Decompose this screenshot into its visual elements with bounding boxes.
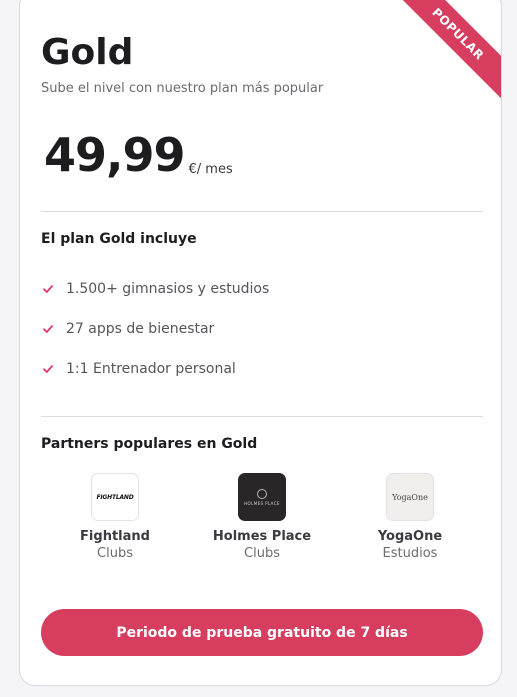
yogaone-logo-text: YogaOne (392, 492, 428, 502)
partner-name: YogaOne (377, 529, 443, 544)
price-amount: 49,99 (44, 128, 186, 182)
divider (41, 211, 483, 212)
partner-type: Estudios (382, 546, 438, 561)
pricing-card: POPULAR Gold Sube el nivel con nuestro p… (19, 0, 502, 686)
partner-fightland[interactable]: FIGHTLAND Fightland Clubs (50, 473, 180, 562)
check-icon (43, 285, 53, 293)
divider (41, 416, 483, 417)
popular-ribbon: POPULAR (387, 0, 501, 105)
plan-subtitle: Sube el nivel con nuestro plan más popul… (41, 81, 324, 96)
fightland-logo: FIGHTLAND (91, 473, 139, 521)
partner-list: FIGHTLAND Fightland Clubs HOLMES PLACE H… (41, 473, 483, 573)
feature-text: 27 apps de bienestar (66, 321, 215, 337)
feature-item: 27 apps de bienestar (41, 309, 269, 349)
partners-heading: Partners populares en Gold (41, 436, 258, 452)
holmes-place-logo-text: HOLMES PLACE (244, 500, 280, 506)
partner-name: Holmes Place (212, 529, 312, 544)
check-icon (43, 365, 53, 373)
partner-yogaone[interactable]: YogaOne YogaOne Estudios (345, 473, 475, 562)
holmes-place-logo: HOLMES PLACE (238, 473, 286, 521)
partner-holmes-place[interactable]: HOLMES PLACE Holmes Place Clubs (197, 473, 327, 562)
includes-heading: El plan Gold incluye (41, 231, 197, 247)
feature-item: 1:1 Entrenador personal (41, 349, 269, 389)
partner-name: Fightland (80, 529, 150, 544)
price-unit: €/ mes (188, 162, 233, 177)
partner-type: Clubs (244, 546, 280, 561)
check-icon (43, 325, 53, 333)
price: 49,99 €/ mes (44, 129, 233, 181)
free-trial-button[interactable]: Periodo de prueba gratuito de 7 días (41, 609, 483, 656)
fightland-logo-text: FIGHTLAND (96, 493, 134, 501)
partner-type: Clubs (97, 546, 133, 561)
feature-text: 1:1 Entrenador personal (66, 361, 236, 377)
emblem-icon (257, 488, 267, 499)
plan-title: Gold (41, 32, 134, 73)
yogaone-logo: YogaOne (386, 473, 434, 521)
feature-item: 1.500+ gimnasios y estudios (41, 269, 269, 309)
feature-text: 1.500+ gimnasios y estudios (66, 281, 270, 297)
feature-list: 1.500+ gimnasios y estudios 27 apps de b… (41, 269, 269, 389)
